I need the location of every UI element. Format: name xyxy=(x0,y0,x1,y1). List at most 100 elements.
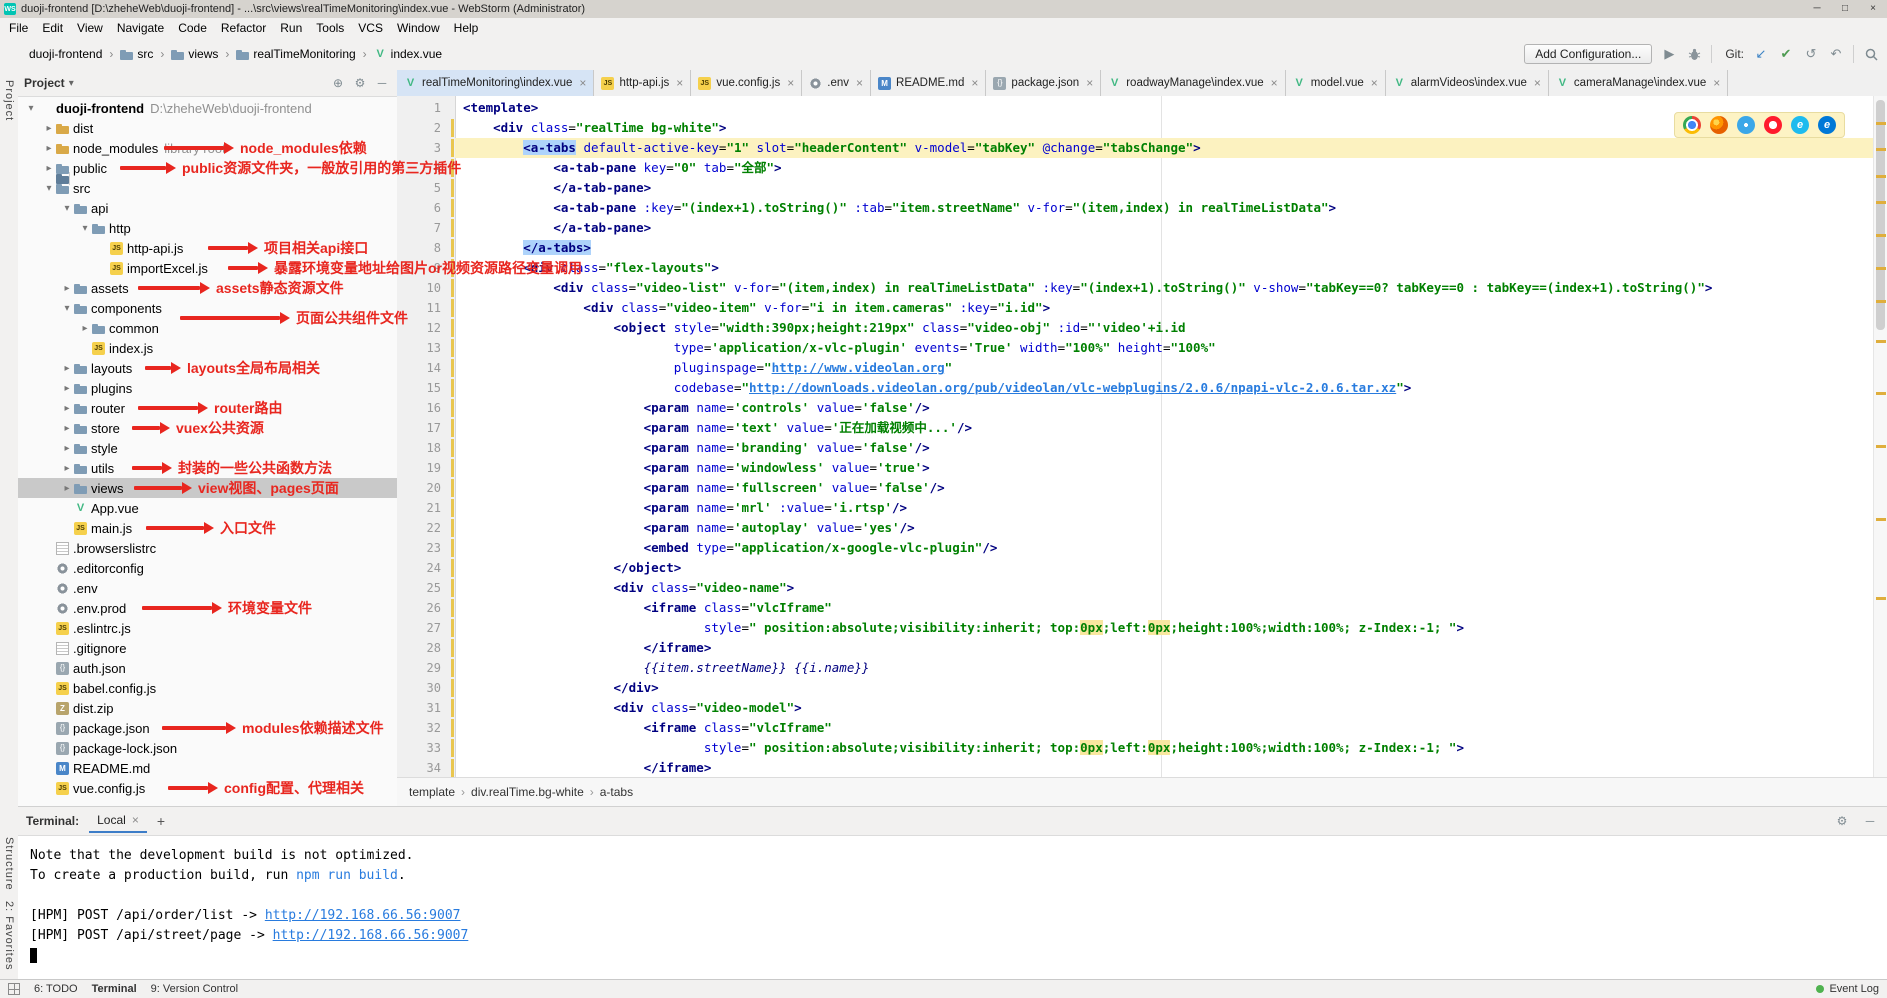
search-everywhere-icon[interactable] xyxy=(1863,46,1879,62)
tree-item-duoji-frontend[interactable]: ▾duoji-frontend D:\zheheWeb\duoji-fronte… xyxy=(18,98,397,118)
project-tree[interactable]: ▾duoji-frontend D:\zheheWeb\duoji-fronte… xyxy=(18,96,397,806)
tree-item-editorconfig[interactable]: .editorconfig xyxy=(18,558,397,578)
tree-item-package-json[interactable]: package.json xyxy=(18,718,397,738)
tree-item-env-prod[interactable]: .env.prod xyxy=(18,598,397,618)
stripe-structure-label[interactable]: Structure xyxy=(3,837,15,891)
status-todo[interactable]: 6: TODO xyxy=(34,983,78,995)
ie-browser-icon[interactable]: e xyxy=(1791,116,1809,134)
terminal-output[interactable]: Note that the development build is not o… xyxy=(18,836,1887,966)
tree-item-importexcel-js[interactable]: importExcel.js xyxy=(18,258,397,278)
terminal-settings-gear-icon[interactable]: ⚙ xyxy=(1833,814,1851,828)
tree-expanded-arrow-icon[interactable]: ▾ xyxy=(60,203,74,214)
tree-expanded-arrow-icon[interactable]: ▾ xyxy=(24,103,38,114)
tree-collapsed-arrow-icon[interactable]: ▸ xyxy=(60,423,74,434)
tree-item-dist[interactable]: ▸dist xyxy=(18,118,397,138)
close-tab-icon[interactable]: × xyxy=(971,76,978,90)
scrollbar-thumb[interactable] xyxy=(1876,100,1885,330)
tree-collapsed-arrow-icon[interactable]: ▸ xyxy=(60,443,74,454)
close-tab-icon[interactable]: × xyxy=(1534,76,1541,90)
tree-item-router[interactable]: ▸router xyxy=(18,398,397,418)
locate-file-icon[interactable]: ⊕ xyxy=(329,76,347,90)
chrome-browser-icon[interactable] xyxy=(1683,116,1701,134)
editor-tab-roadwaymanage-index-vue[interactable]: roadwayManage\index.vue× xyxy=(1101,70,1285,96)
menu-tools[interactable]: Tools xyxy=(309,18,351,38)
editor-tab-vue-config-js[interactable]: vue.config.js× xyxy=(691,70,802,96)
tree-expanded-arrow-icon[interactable]: ▾ xyxy=(42,183,56,194)
stripe-favorites-label[interactable]: 2: Favorites xyxy=(3,901,15,970)
project-panel-title[interactable]: Project xyxy=(24,76,65,90)
tree-item-utils[interactable]: ▸utils xyxy=(18,458,397,478)
breadcrumb-duoji-frontend[interactable]: duoji-frontend xyxy=(8,45,105,63)
breadcrumb-realtimemonitoring[interactable]: realTimeMonitoring xyxy=(233,45,358,63)
menu-navigate[interactable]: Navigate xyxy=(110,18,171,38)
edge-browser-icon[interactable]: e xyxy=(1818,116,1836,134)
code-editor[interactable]: 1<template>2 <div class="realTime bg-whi… xyxy=(397,96,1887,778)
editor-breadcrumb-div-realtime-bg-white[interactable]: div.realTime.bg-white xyxy=(471,785,584,799)
menu-edit[interactable]: Edit xyxy=(35,18,70,38)
menu-window[interactable]: Window xyxy=(390,18,447,38)
breadcrumb-views[interactable]: views xyxy=(168,45,221,63)
tree-item-env[interactable]: .env xyxy=(18,578,397,598)
safari-browser-icon[interactable] xyxy=(1737,116,1755,134)
tree-collapsed-arrow-icon[interactable]: ▸ xyxy=(60,463,74,474)
close-tab-icon[interactable]: × xyxy=(1713,76,1720,90)
editor-tab-realtimemonitoring-index-vue[interactable]: realTimeMonitoring\index.vue× xyxy=(397,70,594,96)
editor-tab-readme-md[interactable]: README.md× xyxy=(871,70,986,96)
tree-item-main-js[interactable]: main.js xyxy=(18,518,397,538)
tree-item-package-lock-json[interactable]: package-lock.json xyxy=(18,738,397,758)
stripe-project-label[interactable]: Project xyxy=(3,80,15,121)
editor-breadcrumb-template[interactable]: template xyxy=(409,785,455,799)
hide-panel-icon[interactable]: ─ xyxy=(373,76,391,90)
tree-collapsed-arrow-icon[interactable]: ▸ xyxy=(60,383,74,394)
tree-item-assets[interactable]: ▸assets xyxy=(18,278,397,298)
close-tab-icon[interactable]: × xyxy=(1371,76,1378,90)
menu-file[interactable]: File xyxy=(2,18,35,38)
update-project-icon[interactable]: ↙ xyxy=(1753,46,1769,62)
tree-item-http[interactable]: ▾http xyxy=(18,218,397,238)
tool-window-switcher-icon[interactable] xyxy=(8,983,20,995)
new-terminal-icon[interactable]: + xyxy=(157,813,165,829)
firefox-browser-icon[interactable] xyxy=(1710,116,1728,134)
tree-item-dist-zip[interactable]: dist.zip xyxy=(18,698,397,718)
close-terminal-tab-icon[interactable]: × xyxy=(132,813,139,827)
tree-collapsed-arrow-icon[interactable]: ▸ xyxy=(42,163,56,174)
minimize-terminal-icon[interactable]: ─ xyxy=(1861,814,1879,828)
tree-item-vue-config-js[interactable]: vue.config.js xyxy=(18,778,397,798)
editor-tab-http-api-js[interactable]: http-api.js× xyxy=(594,70,691,96)
editor-tab-env[interactable]: .env× xyxy=(802,70,871,96)
tree-item-auth-json[interactable]: auth.json xyxy=(18,658,397,678)
breadcrumb-src[interactable]: src xyxy=(117,45,156,63)
tree-item-api[interactable]: ▾api xyxy=(18,198,397,218)
tree-collapsed-arrow-icon[interactable]: ▸ xyxy=(60,363,74,374)
close-tab-icon[interactable]: × xyxy=(579,76,586,90)
tree-item-babel-config-js[interactable]: babel.config.js xyxy=(18,678,397,698)
close-tab-icon[interactable]: × xyxy=(1086,76,1093,90)
tree-collapsed-arrow-icon[interactable]: ▸ xyxy=(42,143,56,154)
tree-item-index-js[interactable]: index.js xyxy=(18,338,397,358)
tree-item-style[interactable]: ▸style xyxy=(18,438,397,458)
tree-item-gitignore[interactable]: .gitignore xyxy=(18,638,397,658)
close-tab-icon[interactable]: × xyxy=(1271,76,1278,90)
close-button[interactable]: × xyxy=(1859,0,1887,18)
status-event-log[interactable]: Event Log xyxy=(1816,983,1879,995)
tree-collapsed-arrow-icon[interactable]: ▸ xyxy=(42,123,56,134)
editor-scrollbar[interactable] xyxy=(1873,96,1887,778)
tree-expanded-arrow-icon[interactable]: ▾ xyxy=(78,223,92,234)
close-tab-icon[interactable]: × xyxy=(856,76,863,90)
tree-item-common[interactable]: ▸common xyxy=(18,318,397,338)
tree-item-readme-md[interactable]: README.md xyxy=(18,758,397,778)
minimize-button[interactable]: ─ xyxy=(1803,0,1831,18)
history-icon[interactable]: ↺ xyxy=(1803,46,1819,62)
editor-tab-cameramanage-index-vue[interactable]: cameraManage\index.vue× xyxy=(1549,70,1728,96)
editor-tab-package-json[interactable]: package.json× xyxy=(986,70,1101,96)
tree-item-public[interactable]: ▸public xyxy=(18,158,397,178)
run-button[interactable]: ▶ xyxy=(1661,46,1677,62)
maximize-button[interactable]: □ xyxy=(1831,0,1859,18)
editor-tab-alarmvideos-index-vue[interactable]: alarmVideos\index.vue× xyxy=(1386,70,1549,96)
tree-item-app-vue[interactable]: App.vue xyxy=(18,498,397,518)
editor-tab-model-vue[interactable]: model.vue× xyxy=(1286,70,1386,96)
tree-item-eslintrc-js[interactable]: .eslintrc.js xyxy=(18,618,397,638)
debug-icon[interactable] xyxy=(1686,46,1702,62)
close-tab-icon[interactable]: × xyxy=(676,76,683,90)
tree-item-src[interactable]: ▾src xyxy=(18,178,397,198)
